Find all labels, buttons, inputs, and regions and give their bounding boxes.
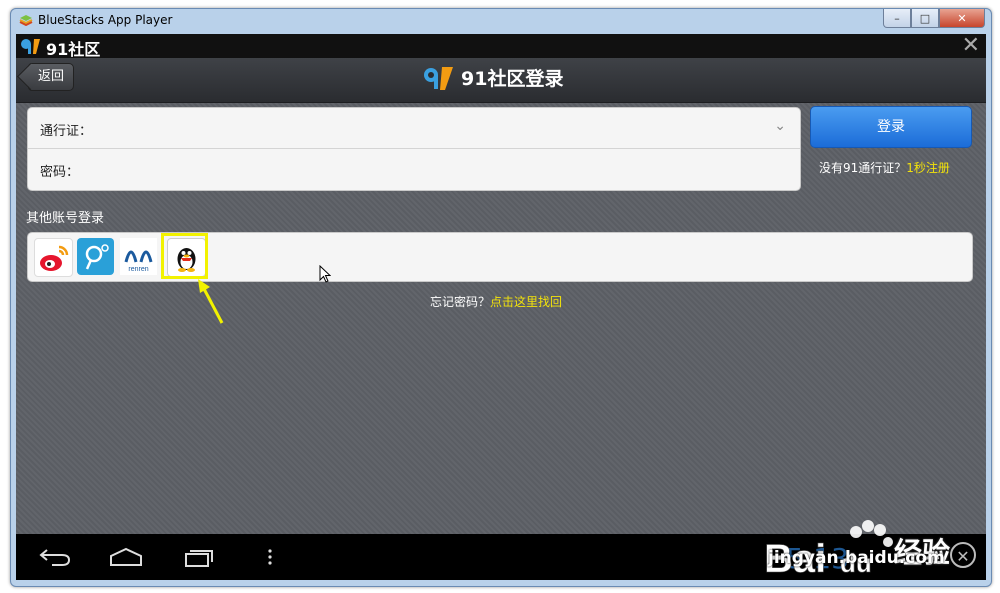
window-title: BlueStacks App Player [38,13,173,27]
renren-wordmark: renren [128,266,148,273]
password-row: 密码： [28,149,800,189]
menu-dots-icon[interactable] [266,546,274,568]
login-button[interactable]: 登录 [810,106,972,148]
page-title: 91社区登录 [461,68,564,90]
password-label: 密码： [40,165,80,180]
forgot-password: 忘记密码？点击这里找回 [430,293,562,310]
app-header: 91社区 ✕ [16,34,986,59]
app-91-logo-icon [21,39,40,54]
register-prefix: 没有91通行证？ [819,161,907,175]
navigation-bar: 返回 91社区登录 [16,58,986,103]
app-name: 91社区 [46,40,101,59]
weibo-icon [40,245,69,271]
minimize-button[interactable]: – [883,9,911,28]
highlight-box [161,233,208,279]
forgot-prefix: 忘记密码？ [430,295,491,309]
account-label: 通行证： [40,124,93,139]
register-prompt: 没有91通行证？1秒注册 [819,159,950,176]
back-nav-icon[interactable] [38,546,72,568]
tencent-weibo-login-button[interactable] [77,238,114,275]
renren-icon: renren [120,238,157,275]
nav-91-logo-icon [424,66,453,90]
account-row: 通行证： ⌄ [28,108,800,149]
other-login-heading: 其他账号登录 [26,211,105,226]
mouse-cursor-icon [319,265,331,283]
bluestacks-logo-icon [19,15,33,26]
password-input[interactable] [108,155,762,185]
window-close-button[interactable]: ✕ [939,9,985,28]
android-screen: 91社区 ✕ 返回 91社区登录 通行证： ⌄ 密码： 登录 没有91通行证？1… [16,34,986,580]
other-login-providers: renren [27,232,973,282]
weibo-login-button[interactable] [34,238,73,277]
maximize-button[interactable]: □ [911,9,939,28]
home-nav-icon[interactable] [108,546,144,568]
register-link[interactable]: 1秒注册 [906,161,950,175]
forgot-link[interactable]: 点击这里找回 [490,295,562,309]
close-circle-icon[interactable]: ✕ [950,542,976,568]
chevron-down-icon[interactable]: ⌄ [774,118,786,134]
tencent-weibo-icon [85,244,109,270]
annotation-arrow-icon [198,279,224,324]
app-close-icon[interactable]: ✕ [962,34,980,58]
login-form: 通行证： ⌄ 密码： [27,107,801,191]
back-button[interactable]: 返回 [28,63,74,91]
account-input[interactable] [108,114,762,144]
watermark-url: jingyan.baidu.com [768,548,945,568]
renren-login-button[interactable]: renren [120,238,157,275]
window-titlebar[interactable]: BlueStacks App Player – □ ✕ [11,9,991,34]
back-label: 返回 [37,69,64,84]
recent-apps-icon[interactable] [182,546,216,568]
